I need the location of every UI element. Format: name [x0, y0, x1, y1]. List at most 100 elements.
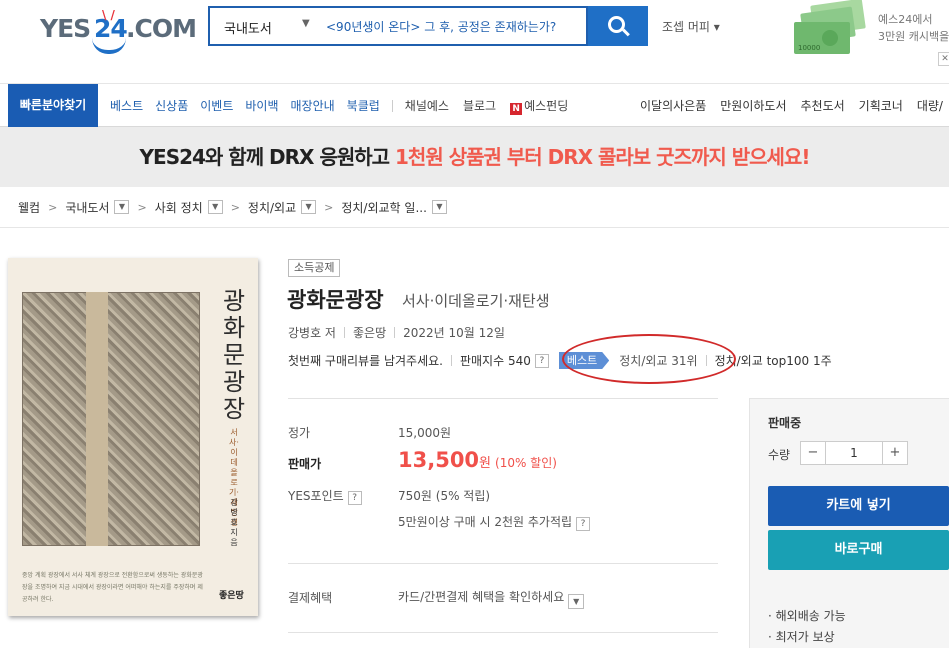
yes-points-label: YES포인트?: [288, 487, 362, 505]
chevron-right-icon: >: [324, 200, 334, 214]
close-icon[interactable]: ✕: [938, 52, 949, 66]
yes-points: 750원 (5% 적립): [398, 489, 491, 503]
sales-index: 판매지수 540: [459, 354, 531, 368]
lowest-price-note[interactable]: · 최저가 보상: [768, 628, 835, 645]
sale-price: 13,500: [398, 448, 480, 472]
list-price: 15,000원: [398, 426, 452, 440]
cover-road: [86, 292, 108, 546]
nav-item-under-10000[interactable]: 만원이하도서: [720, 97, 786, 114]
buy-now-button[interactable]: 바로구매: [768, 530, 949, 570]
search-box: 국내도서 ▼: [208, 6, 588, 46]
quantity-label: 수량: [768, 448, 791, 462]
book-meta: 강병호 저 좋은땅 2022년 10월 12일: [288, 324, 505, 341]
breadcrumb-politics-general[interactable]: 정치/외교학 일...: [341, 199, 427, 216]
section-divider: [288, 632, 718, 633]
cover-aerial-photo: [22, 292, 200, 546]
cover-publisher: 좋은땅: [219, 591, 244, 601]
cash-promo-text[interactable]: 예스24에서 3만원 캐시백을: [878, 11, 949, 45]
cash-promo-image[interactable]: 10000: [790, 0, 868, 58]
nav-item-best[interactable]: 베스트: [110, 97, 143, 114]
header: YES 24 .COM \ / 국내도서 ▼ 조셉 머피 ▾ 10000 예스2…: [0, 0, 949, 84]
quantity-input[interactable]: [825, 441, 883, 465]
breadcrumb-domestic[interactable]: 국내도서: [65, 199, 109, 216]
nav-item-event[interactable]: 이벤트: [200, 97, 233, 114]
book-publisher[interactable]: 좋은땅: [353, 324, 386, 341]
logo-text-com: .COM: [126, 14, 197, 43]
help-icon[interactable]: ?: [576, 517, 591, 531]
section-divider: [288, 563, 718, 564]
sale-status: 판매중: [768, 416, 802, 430]
nav-item-buyback[interactable]: 바이백: [245, 97, 278, 114]
chevron-down-icon[interactable]: ▼: [301, 200, 317, 214]
chevron-right-icon: >: [48, 200, 58, 214]
product-page: YES 24 .COM \ / 국내도서 ▼ 조셉 머피 ▾ 10000 예스2…: [0, 0, 949, 648]
nav-item-corner[interactable]: 기획코너: [859, 97, 903, 114]
svg-text:10000: 10000: [798, 44, 820, 52]
book-cover-image[interactable]: 광화문광장 서사·이데올로기·재탄생 강병호 지음 중앙 계획 광장에서 서사 …: [8, 258, 258, 616]
cover-title: 광화문광장: [222, 287, 246, 423]
search-input[interactable]: [326, 8, 584, 44]
nav-items: 베스트 신상품 이벤트 바이백 매장안내 북클럽 채널예스 블로그 N 예스펀딩: [110, 84, 582, 127]
breadcrumb: 웰컴 > 국내도서 ▼ > 사회 정치 ▼ > 정치/외교 ▼ > 정치/외교학…: [0, 187, 949, 228]
meta-divider: [450, 355, 452, 366]
help-icon[interactable]: ?: [347, 491, 362, 505]
promo-banner[interactable]: YES24와 함께 DRX 응원하고 1천원 상품권 부터 DRX 콜라보 굿즈…: [0, 127, 949, 187]
list-price-label: 정가: [288, 426, 311, 440]
highlight-annotation-oval: [562, 334, 736, 384]
review-prompt[interactable]: 첫번째 구매리뷰를 남겨주세요.: [288, 352, 443, 369]
nav-divider: [391, 99, 393, 112]
nav-item-gift[interactable]: 이달의사은품: [640, 97, 706, 114]
help-icon[interactable]: ?: [534, 353, 549, 368]
yes24-logo[interactable]: YES 24 .COM \ /: [40, 8, 197, 56]
breadcrumb-politics[interactable]: 정치/외교: [248, 199, 296, 216]
nav-item-store[interactable]: 매장안내: [291, 97, 335, 114]
discount-rate: (10% 할인): [495, 456, 557, 470]
nav-item-funding-label: 예스펀딩: [524, 98, 569, 113]
chevron-down-icon[interactable]: ▼: [207, 200, 223, 214]
nav-item-blog[interactable]: 블로그: [463, 97, 496, 114]
section-divider: [288, 398, 718, 399]
chevron-down-icon[interactable]: ▼: [431, 200, 447, 214]
logo-horns-icon: \ /: [102, 8, 115, 22]
meta-divider: [394, 327, 396, 338]
book-author[interactable]: 강병호 저: [288, 324, 336, 341]
book-title: 광화문광장: [287, 288, 384, 312]
payment-benefit[interactable]: 카드/간편결제 혜택을 확인하세요 ▼: [398, 588, 585, 609]
chevron-down-icon[interactable]: ▼: [568, 594, 585, 609]
nav-item-bookclub[interactable]: 북클럽: [347, 97, 380, 114]
chevron-down-icon[interactable]: ▼: [302, 18, 310, 29]
payment-benefit-label: 결제혜택: [288, 591, 333, 605]
search-button[interactable]: [588, 6, 648, 46]
quantity-increase-button[interactable]: +: [882, 441, 908, 465]
nav-item-bulk[interactable]: 대량/: [917, 97, 943, 114]
funding-n-icon: N: [510, 102, 523, 115]
sale-price-unit: 원: [479, 456, 492, 471]
chevron-right-icon: >: [230, 200, 240, 214]
quantity-decrease-button[interactable]: −: [800, 441, 826, 465]
quick-category-button[interactable]: 빠른분야찾기: [8, 84, 98, 127]
banner-text-2: 1천원 상품권 부터 DRX 콜라보 굿즈까지 받으세요!: [395, 145, 810, 169]
sale-price-block: 13,500원 (10% 할인): [398, 448, 557, 472]
nav-right-items: 이달의사은품 만원이하도서 추천도서 기획코너 대량/: [640, 84, 949, 127]
book-date: 2022년 10월 12일: [403, 326, 505, 340]
breadcrumb-home[interactable]: 웰컴: [18, 199, 40, 216]
overseas-shipping-note[interactable]: · 해외배송 가능: [768, 607, 846, 624]
add-to-cart-button[interactable]: 카트에 넣기: [768, 486, 949, 526]
payment-benefit-text: 카드/간편결제 혜택을 확인하세요: [398, 590, 565, 604]
search-category-select[interactable]: 국내도서: [224, 18, 272, 37]
chevron-down-icon[interactable]: ▼: [114, 200, 130, 214]
nav-item-funding[interactable]: N 예스펀딩: [510, 97, 568, 115]
user-menu[interactable]: 조셉 머피 ▾: [662, 18, 720, 35]
chevron-right-icon: >: [137, 200, 147, 214]
nav-item-new[interactable]: 신상품: [155, 97, 188, 114]
book-stats: 첫번째 구매리뷰를 남겨주세요. 판매지수 540 ? 베스트 정치/외교 31…: [288, 352, 832, 369]
yes-points-label-text: YES포인트: [288, 489, 344, 503]
breadcrumb-society[interactable]: 사회 정치: [155, 199, 203, 216]
book-subtitle: 서사·이데올로기·재탄생: [402, 292, 550, 310]
banner-text-1: YES24와 함께 DRX 응원하고: [139, 145, 396, 169]
main-nav: 빠른분야찾기 베스트 신상품 이벤트 바이백 매장안내 북클럽 채널예스 블로그…: [0, 84, 949, 127]
nav-item-channel-yes[interactable]: 채널예스: [405, 97, 449, 114]
promo-line-1: 예스24에서: [878, 13, 933, 26]
extra-points-text: 5만원이상 구매 시 2천원 추가적립: [398, 515, 573, 529]
nav-item-recommend[interactable]: 추천도서: [801, 97, 845, 114]
